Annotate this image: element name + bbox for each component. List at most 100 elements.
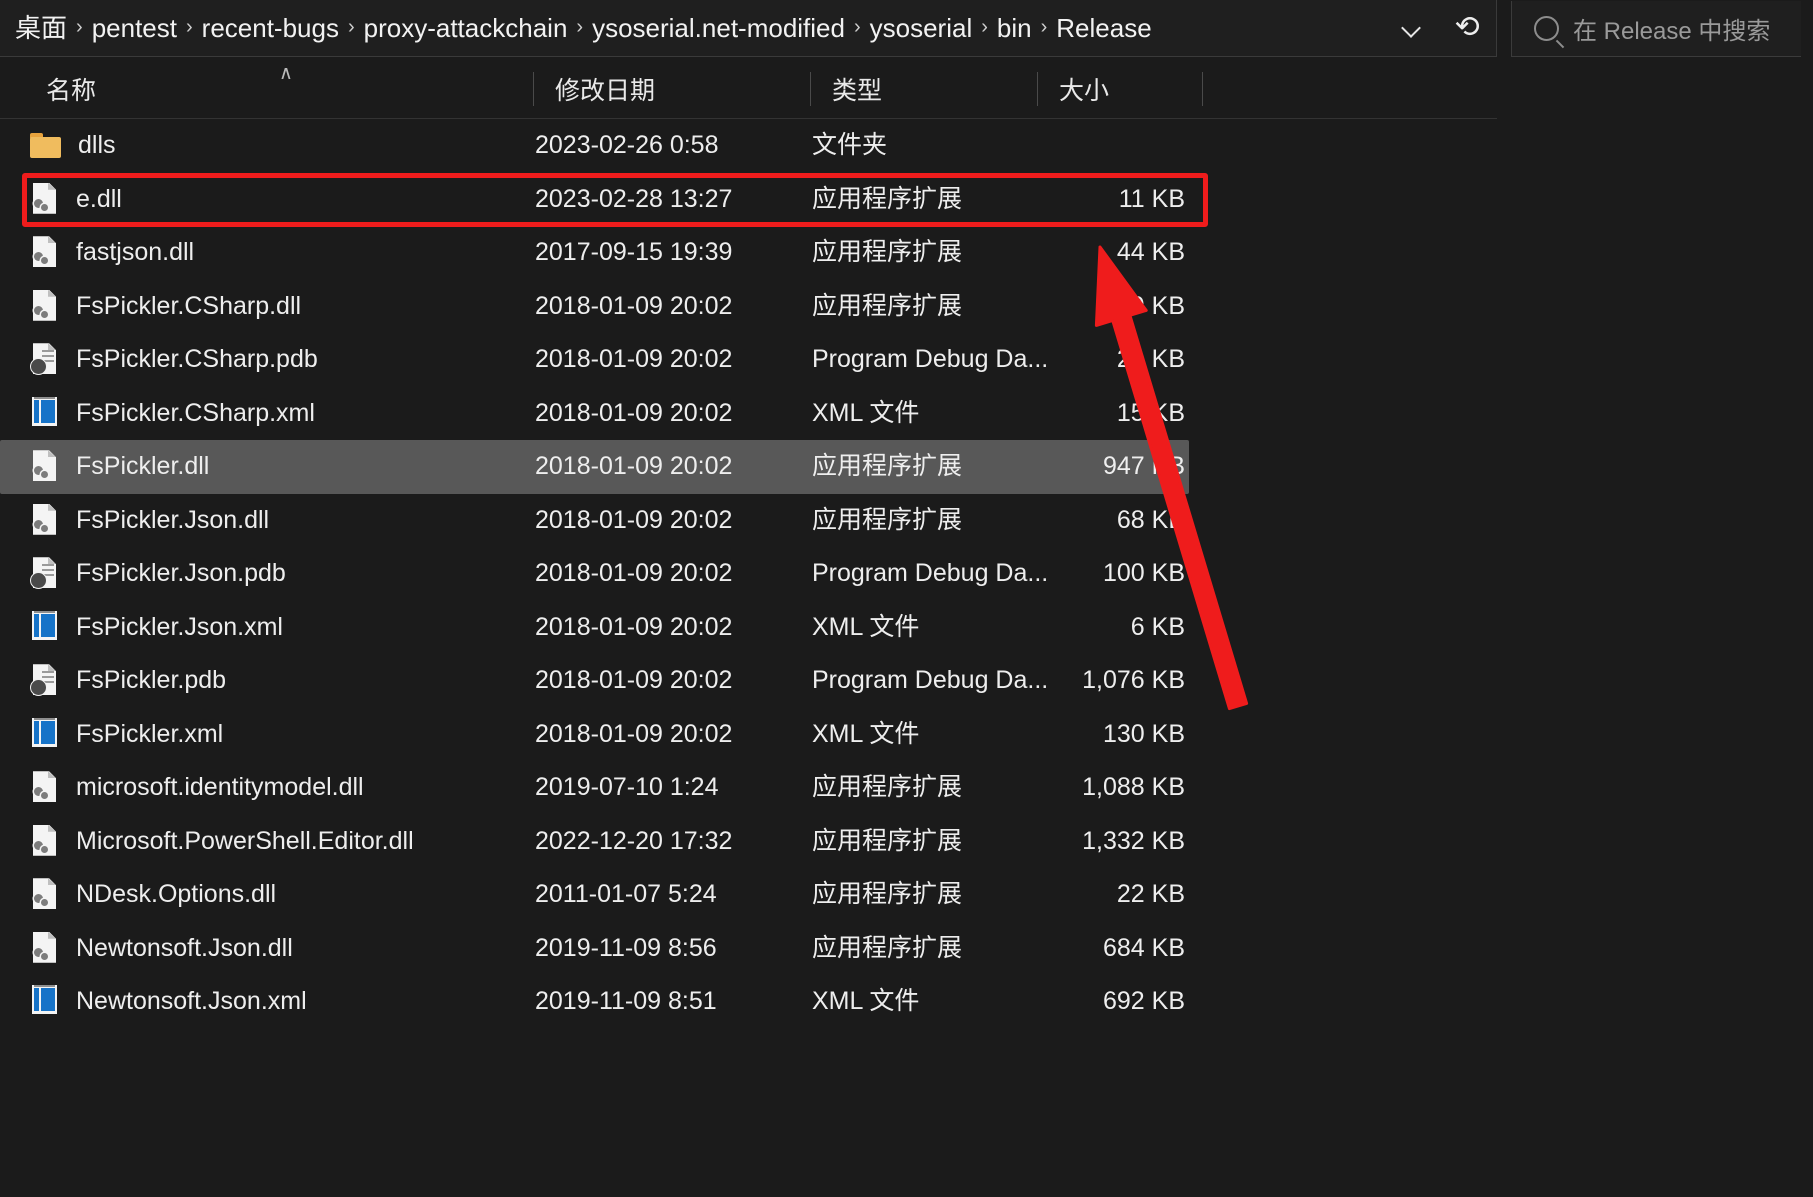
breadcrumb-item-6[interactable]: bin [990, 12, 1039, 44]
breadcrumb: 桌面 › pentest › recent-bugs › proxy-attac… [8, 12, 1384, 44]
table-row[interactable]: FsPickler.xml 2018-01-09 20:02 XML 文件 130 K… [0, 708, 1497, 762]
table-row[interactable]: e.dll 2023-02-28 13:27 应用程序扩展 11 KB [0, 173, 1497, 227]
table-row[interactable]: FsPickler.CSharp.dll 2018-01-09 20:02 应用程序… [0, 280, 1497, 334]
file-size-cell: 11 KB [1118, 184, 1185, 213]
address-dropdown-button[interactable] [1384, 0, 1440, 56]
table-row[interactable]: FsPickler.dll 2018-01-09 20:02 应用程序扩展 947 K… [0, 440, 1189, 494]
file-size-cell: 15 KB [1116, 398, 1185, 427]
breadcrumb-separator-icon: › [76, 16, 83, 38]
file-type-cell: 应用程序扩展 [812, 826, 963, 855]
search-input[interactable]: 在 Release 中搜索 [1511, 1, 1801, 57]
file-name-label: FsPickler.Json.dll [76, 505, 270, 534]
file-date-cell: 2019-07-10 1:24 [535, 773, 719, 802]
file-name-label: Newtonsoft.Json.xml [76, 987, 307, 1016]
file-name-cell[interactable]: FsPickler.CSharp.pdb [30, 343, 318, 376]
file-name-cell[interactable]: FsPickler.pdb [30, 664, 226, 697]
file-name-cell[interactable]: FsPickler.dll [30, 450, 209, 483]
file-name-cell[interactable]: dlls [30, 133, 116, 159]
breadcrumb-item-3[interactable]: proxy-attackchain [357, 12, 575, 44]
breadcrumb-item-7[interactable]: Release [1049, 12, 1158, 44]
table-row[interactable]: Newtonsoft.Json.xml 2019-11-09 8:51 XML 文件… [0, 975, 1497, 1029]
file-name-cell[interactable]: e.dll [30, 182, 122, 216]
table-row[interactable]: microsoft.identitymodel.dll 2019-07-10 1:… [0, 761, 1497, 815]
breadcrumb-item-4[interactable]: ysoserial.net-modified [585, 12, 852, 44]
refresh-icon: ⟳ [1455, 11, 1481, 44]
breadcrumb-separator-icon: › [185, 16, 193, 38]
address-bar[interactable]: 桌面 › pentest › recent-bugs › proxy-attac… [0, 0, 1497, 57]
file-size-cell: 68 KB [1116, 505, 1185, 534]
file-date-cell: 2018-01-09 20:02 [535, 345, 733, 374]
file-name-cell[interactable]: NDesk.Options.dll [30, 878, 276, 911]
table-row[interactable]: Microsoft.PowerShell.Editor.dll 2022-12-2… [0, 815, 1497, 869]
table-row[interactable]: FsPickler.Json.dll 2018-01-09 20:02 应用程序扩展… [0, 494, 1497, 548]
breadcrumb-item-1[interactable]: pentest [85, 12, 184, 44]
file-size-cell: 100 KB [1102, 559, 1185, 588]
file-name-cell[interactable]: FsPickler.CSharp.dll [30, 289, 301, 323]
column-header-date[interactable]: 修改日期 [533, 58, 810, 119]
table-row[interactable]: fastjson.dll 2017-09-15 19:39 应用程序扩展 44 KB [0, 226, 1497, 280]
column-header-type[interactable]: 类型 [810, 58, 1037, 119]
file-name-cell[interactable]: FsPickler.xml [30, 717, 223, 751]
xml-file-icon [30, 985, 59, 1018]
pdb-file-icon [30, 343, 59, 376]
column-divider[interactable] [810, 72, 811, 106]
file-size-cell: 22 KB [1116, 880, 1185, 909]
file-name-cell[interactable]: FsPickler.Json.xml [30, 610, 283, 644]
table-row[interactable]: FsPickler.Json.pdb 2018-01-09 20:02 Progra… [0, 547, 1497, 601]
table-row[interactable]: Newtonsoft.Json.dll 2019-11-09 8:56 应用程序扩展… [0, 922, 1497, 976]
breadcrumb-item-0[interactable]: 桌面 [8, 12, 74, 44]
table-row[interactable]: FsPickler.Json.xml 2018-01-09 20:02 XML 文件… [0, 601, 1497, 655]
refresh-button[interactable]: ⟳ [1440, 0, 1496, 56]
table-row[interactable]: FsPickler.pdb 2018-01-09 20:02 Program Deb… [0, 654, 1497, 708]
pdb-file-icon [30, 664, 59, 697]
column-divider[interactable] [1037, 72, 1038, 106]
file-name-cell[interactable]: fastjson.dll [30, 236, 194, 269]
folder-icon [30, 133, 61, 159]
file-name-label: Microsoft.PowerShell.Editor.dll [76, 826, 414, 855]
breadcrumb-item-2[interactable]: recent-bugs [195, 12, 346, 44]
column-header-size[interactable]: 大小 [1037, 58, 1202, 119]
chevron-down-icon [1402, 18, 1422, 38]
file-list[interactable]: dlls 2023-02-26 0:58 文件夹 e.dll 2023-02-28 13… [0, 119, 1497, 1197]
xml-file-icon [30, 610, 59, 644]
file-date-cell: 2018-01-09 20:02 [535, 291, 733, 320]
file-name-cell[interactable]: microsoft.identitymodel.dll [30, 771, 364, 804]
file-name-cell[interactable]: FsPickler.Json.dll [30, 503, 270, 537]
file-name-cell[interactable]: Newtonsoft.Json.dll [30, 931, 293, 965]
table-row[interactable]: FsPickler.CSharp.xml 2018-01-09 20:02 XML … [0, 387, 1497, 441]
file-name-label: FsPickler.pdb [76, 666, 227, 695]
file-name-label: NDesk.Options.dll [76, 880, 277, 909]
file-name-label: FsPickler.dll [76, 452, 210, 481]
column-header-name[interactable]: 名称 ∧ [0, 58, 533, 119]
column-header-name-label: 名称 [46, 76, 97, 105]
breadcrumb-item-5[interactable]: ysoserial [863, 12, 980, 44]
file-type-cell: 应用程序扩展 [812, 505, 963, 534]
file-size-cell: 1,088 KB [1082, 773, 1185, 802]
file-date-cell: 2018-01-09 20:02 [535, 452, 733, 481]
file-type-cell: 应用程序扩展 [812, 452, 963, 481]
address-toolbar: 桌面 › pentest › recent-bugs › proxy-attac… [0, 0, 1813, 58]
column-divider[interactable] [533, 72, 534, 106]
table-row[interactable]: dlls 2023-02-26 0:58 文件夹 [0, 119, 1497, 173]
file-name-label: fastjson.dll [76, 238, 195, 267]
file-name-cell[interactable]: FsPickler.CSharp.xml [30, 396, 315, 430]
column-header-extra[interactable] [1202, 58, 1212, 119]
file-type-cell: XML 文件 [812, 987, 920, 1016]
column-divider[interactable] [1202, 72, 1203, 106]
file-date-cell: 2018-01-09 20:02 [535, 398, 733, 427]
file-name-cell[interactable]: Newtonsoft.Json.xml [30, 985, 307, 1018]
file-name-cell[interactable]: FsPickler.Json.pdb [30, 557, 286, 590]
file-type-cell: 应用程序扩展 [812, 773, 963, 802]
table-row[interactable]: NDesk.Options.dll 2011-01-07 5:24 应用程序扩展 22… [0, 868, 1497, 922]
table-row[interactable]: FsPickler.CSharp.pdb 2018-01-09 20:02 Prog… [0, 333, 1497, 387]
file-type-cell: 应用程序扩展 [812, 880, 963, 909]
file-name-label: microsoft.identitymodel.dll [76, 773, 364, 802]
file-name-cell[interactable]: Microsoft.PowerShell.Editor.dll [30, 824, 414, 858]
file-date-cell: 2018-01-09 20:02 [535, 666, 733, 695]
file-type-cell: 应用程序扩展 [812, 238, 963, 267]
file-date-cell: 2022-12-20 17:32 [535, 826, 733, 855]
file-size-cell: 947 KB [1102, 452, 1185, 481]
xml-file-icon [30, 396, 59, 430]
sort-ascending-icon: ∧ [279, 63, 293, 84]
dll-file-icon [30, 289, 59, 323]
